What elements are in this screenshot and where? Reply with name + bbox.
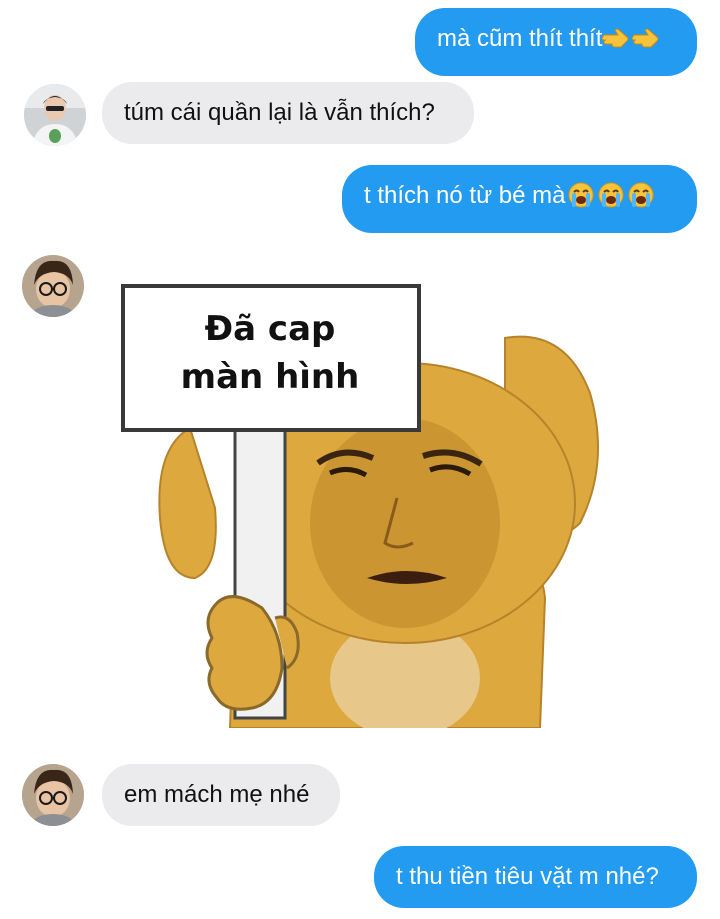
message-bubble-incoming[interactable]: túm cái quần lại là vẫn thích? (102, 82, 474, 144)
point-right-emoji-icon (601, 26, 632, 60)
message-text: t thích nó từ bé mà (364, 182, 566, 209)
loudly-crying-emoji-icon (596, 181, 626, 217)
avatar[interactable] (22, 255, 84, 317)
sign-line-2: màn hình (180, 357, 360, 397)
loudly-crying-emoji-icon (626, 181, 656, 217)
message-text: em mách mẹ nhé (124, 781, 310, 808)
message-bubble-incoming[interactable]: em mách mẹ nhé (102, 764, 340, 826)
message-bubble-outgoing[interactable]: t thích nó từ bé mà (342, 165, 697, 233)
avatar[interactable] (24, 84, 86, 146)
message-text: túm cái quần lại là vẫn thích? (124, 99, 435, 126)
sign-line-1: Đã cap (204, 309, 336, 349)
sticker-sign-text: Đã cap màn hình (125, 305, 415, 401)
point-right-emoji-icon (631, 26, 662, 60)
message-bubble-outgoing[interactable]: t thu tiền tiêu vặt m nhé? (374, 846, 697, 908)
loudly-crying-emoji-icon (566, 181, 596, 217)
chat-thread: mà cũm thít thít túm cái quần lại là vẫn… (0, 0, 720, 919)
message-text: t thu tiền tiêu vặt m nhé? (396, 863, 659, 890)
message-text: mà cũm thít thít (437, 25, 603, 52)
message-bubble-outgoing[interactable]: mà cũm thít thít (415, 8, 697, 76)
avatar[interactable] (22, 764, 84, 826)
